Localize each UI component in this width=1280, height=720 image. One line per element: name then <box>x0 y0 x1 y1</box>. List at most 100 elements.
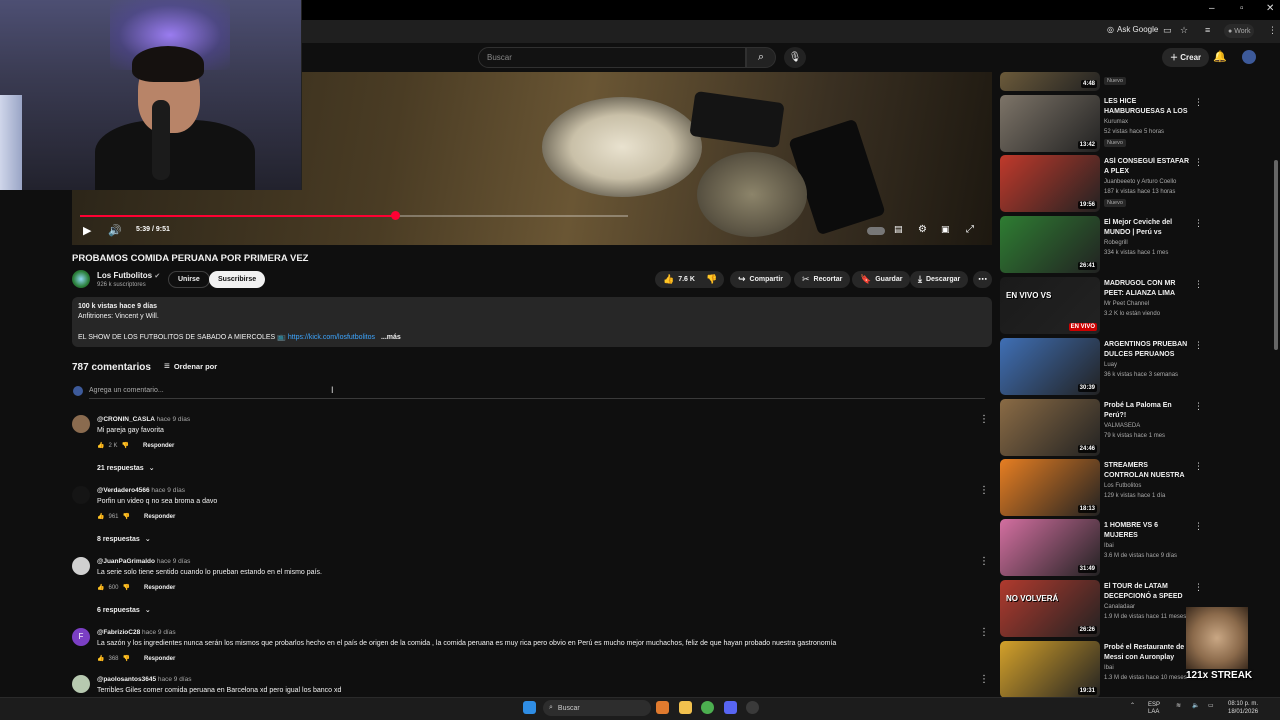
save-button[interactable]: 🔖 Guardar <box>852 271 911 288</box>
reply-button[interactable]: Responder <box>144 585 175 591</box>
thumbs-down-icon[interactable]: 👎 <box>123 513 130 520</box>
comment-avatar[interactable] <box>72 557 90 575</box>
recommendation-thumbnail[interactable]: 13:42 <box>1000 95 1100 152</box>
recommendation-item[interactable]: 18:13 STREAMERS CONTROLAN NUESTRA VIDA PO… <box>1000 459 1270 516</box>
play-icon[interactable]: ▶ <box>83 224 91 237</box>
comment-avatar[interactable] <box>72 415 90 433</box>
recommendation-menu-icon[interactable]: ⋮ <box>1194 340 1203 351</box>
system-clock[interactable]: 08:10 p. m. 18/01/2026 <box>1228 700 1258 716</box>
recommendation-menu-icon[interactable]: ⋮ <box>1194 97 1203 108</box>
extensions-icon[interactable]: ≡ <box>1205 25 1210 35</box>
scrollbar-thumb[interactable] <box>1274 160 1278 350</box>
recommendation-menu-icon[interactable]: ⋮ <box>1194 218 1203 229</box>
clip-button[interactable]: ✂ Recortar <box>794 271 851 288</box>
recommendation-thumbnail[interactable]: 18:13 <box>1000 459 1100 516</box>
minimize-icon[interactable]: – <box>1209 3 1215 14</box>
comment-avatar[interactable] <box>72 675 90 693</box>
recommendation-item[interactable]: EN VIVO VS EN VIVO MADRUGOL CON MR PEET: A… <box>1000 277 1270 334</box>
channel-avatar[interactable] <box>72 270 90 288</box>
recommendation-title[interactable]: ARGENTINOS PRUEBAN DULCES PERUANOS POR..… <box>1104 340 1190 360</box>
wifi-icon[interactable]: ≋ <box>1176 702 1181 709</box>
thumbs-down-icon[interactable]: 👎 <box>123 584 130 591</box>
discord-icon[interactable] <box>724 701 737 714</box>
autoplay-toggle[interactable] <box>867 227 885 235</box>
sort-comments-button[interactable]: ≡ Ordenar por <box>164 361 217 372</box>
recommendation-thumbnail[interactable]: NO VOLVERÁ 26:26 <box>1000 580 1100 637</box>
create-button[interactable]: ＋ Crear <box>1162 48 1210 67</box>
battery-icon[interactable]: ▭ <box>1208 702 1214 709</box>
profile-chip[interactable]: ● Work <box>1224 24 1255 38</box>
browser-menu-icon[interactable]: ⋮ <box>1268 25 1277 36</box>
recommendation-menu-icon[interactable]: ⋮ <box>1194 401 1203 412</box>
tray-chevron-icon[interactable]: ⌃ <box>1130 702 1135 709</box>
thumbs-down-icon[interactable]: 👎 <box>123 655 130 662</box>
recommendation-channel[interactable]: Ibai <box>1104 665 1114 671</box>
recommendation-item[interactable]: 30:39 ARGENTINOS PRUEBAN DULCES PERUANOS … <box>1000 338 1270 395</box>
download-button[interactable]: ⤓ Descargar <box>910 271 969 288</box>
recommendation-channel[interactable]: Luay <box>1104 362 1117 368</box>
chrome-icon[interactable] <box>701 701 714 714</box>
recommendation-thumbnail[interactable]: 26:41 <box>1000 216 1100 273</box>
recommendation-channel[interactable]: Ibai <box>1104 543 1114 549</box>
recommendation-channel[interactable]: Robegrill <box>1104 240 1128 246</box>
close-icon[interactable]: ✕ <box>1266 3 1274 14</box>
bookmark-star-icon[interactable]: ☆ <box>1180 25 1188 36</box>
thumbs-up-icon[interactable]: 👍 <box>97 655 104 662</box>
search-icon[interactable]: ⌕ <box>746 47 776 68</box>
recommendation-thumbnail[interactable]: EN VIVO VS EN VIVO <box>1000 277 1100 334</box>
recommendation-thumbnail[interactable]: 19:56 <box>1000 155 1100 212</box>
recommendation-thumbnail[interactable]: 4:48 <box>1000 72 1100 91</box>
progress-scrubber[interactable] <box>391 211 400 220</box>
thumbs-up-icon[interactable]: 👍 <box>97 513 104 520</box>
reply-button[interactable]: Responder <box>144 656 175 662</box>
thumbs-up-icon[interactable]: 👍 <box>97 584 104 591</box>
recommendation-item[interactable]: 24:46 Probé La Paloma En Perú?! VALMASEDA 7… <box>1000 399 1270 456</box>
recommendation-title[interactable]: STREAMERS CONTROLAN NUESTRA VIDA POR 24 … <box>1104 461 1190 481</box>
fullscreen-icon[interactable]: ⤢ <box>966 224 974 235</box>
add-comment-input[interactable]: Agrega un comentario... <box>89 387 164 394</box>
notifications-bell-icon[interactable]: 🔔 <box>1213 50 1227 63</box>
recommendation-thumbnail[interactable]: 24:46 <box>1000 399 1100 456</box>
recommendation-title[interactable]: LES HICE HAMBURGUESAS A LOS ... <box>1104 97 1190 117</box>
cast-icon[interactable]: ▭ <box>1163 25 1172 36</box>
recommendation-item[interactable]: 26:41 El Mejor Ceviche del MUNDO | Perú v… <box>1000 216 1270 273</box>
recommendation-menu-icon[interactable]: ⋮ <box>1194 279 1203 290</box>
recommendation-menu-icon[interactable]: ⋮ <box>1194 157 1203 168</box>
comment-menu-icon[interactable]: ⋮ <box>979 556 989 567</box>
recommendation-thumbnail[interactable]: 30:39 <box>1000 338 1100 395</box>
recommendation-channel[interactable]: Los Futbolitos <box>1104 483 1141 489</box>
comment-author[interactable]: @Verdadero4566 hace 9 días <box>97 487 185 494</box>
obs-icon[interactable] <box>746 701 759 714</box>
recommendation-title[interactable]: El TOUR de LATAM DECEPCIONÓ a SPEED <box>1104 582 1190 602</box>
reply-button[interactable]: Responder <box>143 443 174 449</box>
miniplayer-icon[interactable]: ▣ <box>941 224 950 235</box>
comment-menu-icon[interactable]: ⋮ <box>979 485 989 496</box>
recommendation-channel[interactable]: Canaladaar <box>1104 604 1135 610</box>
recommendation-thumbnail[interactable]: 31:49 <box>1000 519 1100 576</box>
comment-menu-icon[interactable]: ⋮ <box>979 414 989 425</box>
ask-google-button[interactable]: ◎ Ask Google <box>1107 25 1158 34</box>
recommendation-channel[interactable]: Mr Peet Channel <box>1104 301 1149 307</box>
view-replies-button[interactable]: 8 respuestas ⌄ <box>97 535 151 544</box>
view-replies-button[interactable]: 21 respuestas ⌄ <box>97 464 155 473</box>
recommendation-title[interactable]: Probé el Restaurante de Messi con Auronp… <box>1104 643 1190 663</box>
language-indicator[interactable]: ESP LAA <box>1148 702 1160 716</box>
file-explorer-icon[interactable] <box>679 701 692 714</box>
recommendation-channel[interactable]: VALMASEDA <box>1104 423 1140 429</box>
comment-avatar[interactable] <box>72 486 90 504</box>
windows-start-icon[interactable] <box>523 701 536 714</box>
comment-avatar[interactable]: F <box>72 628 90 646</box>
taskbar-search[interactable]: ⌕ Buscar <box>543 700 651 716</box>
comment-menu-icon[interactable]: ⋮ <box>979 627 989 638</box>
recommendation-item[interactable]: 13:42 LES HICE HAMBURGUESAS A LOS ... Kuru… <box>1000 95 1270 152</box>
thumbs-up-icon[interactable]: 👍 <box>97 442 104 449</box>
like-button[interactable]: 👍 7.6 K <box>655 271 701 288</box>
search-input[interactable]: Buscar <box>478 47 746 68</box>
recommendation-title[interactable]: 1 HOMBRE VS 6 MUJERES <box>1104 521 1190 541</box>
recommendation-title[interactable]: El Mejor Ceviche del MUNDO | Perú vs Méx… <box>1104 218 1190 238</box>
comment-author[interactable]: @CRONIN_CASLA hace 9 días <box>97 416 190 423</box>
account-avatar[interactable] <box>1242 50 1256 64</box>
recommendation-menu-icon[interactable]: ⋮ <box>1194 521 1203 532</box>
volume-tray-icon[interactable]: 🔈 <box>1192 702 1199 709</box>
subtitles-icon[interactable]: ▤ <box>894 224 903 235</box>
